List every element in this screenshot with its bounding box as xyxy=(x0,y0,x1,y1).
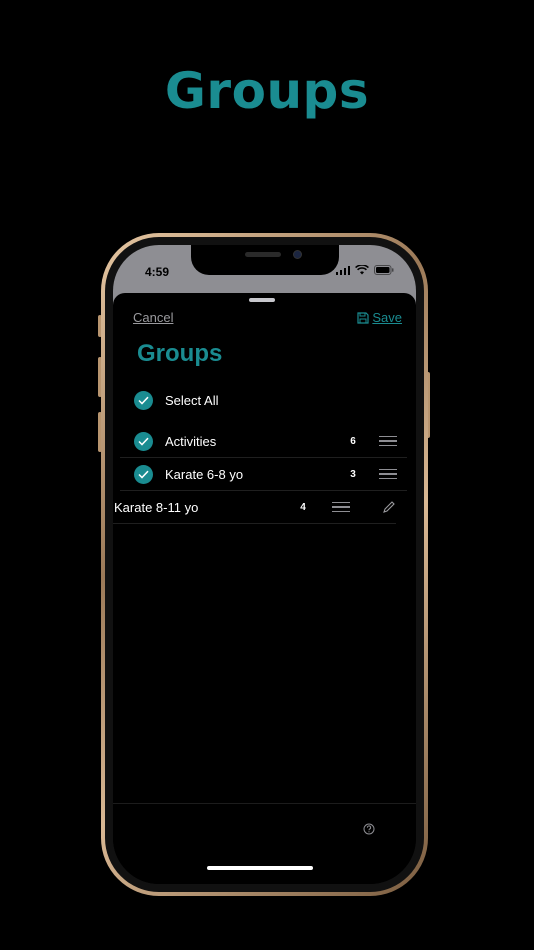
group-name: Karate 6-8 yo xyxy=(165,466,244,482)
front-camera xyxy=(293,250,302,259)
footer-divider xyxy=(113,803,416,804)
promo-headline: Groups xyxy=(164,62,370,120)
group-name: Karate 8-11 yo xyxy=(114,499,199,515)
group-member-count: 3 xyxy=(350,468,356,480)
sheet-title: Groups xyxy=(137,340,223,367)
checkmark-icon xyxy=(138,437,149,446)
drag-handle-icon[interactable] xyxy=(332,501,350,513)
edit-pencil-icon[interactable] xyxy=(382,500,396,514)
sheet-grabber[interactable] xyxy=(249,298,275,302)
save-icon xyxy=(357,311,369,324)
battery-icon xyxy=(374,265,394,275)
groups-sheet: Cancel Save Groups Select All Activities… xyxy=(113,293,416,884)
earpiece-speaker xyxy=(245,252,281,257)
checkmark-icon xyxy=(138,396,149,405)
group-member-count: 6 xyxy=(350,435,356,447)
group-row[interactable]: Activities 6 xyxy=(120,425,407,458)
home-indicator[interactable] xyxy=(207,866,313,870)
group-member-count: 4 xyxy=(300,501,306,513)
group-checkbox[interactable] xyxy=(134,431,153,451)
select-all-row[interactable]: Select All xyxy=(134,391,218,410)
phone-frame: 4:59 Cancel Save Groups Select All Activ… xyxy=(101,233,428,896)
phone-screen: 4:59 Cancel Save Groups Select All Activ… xyxy=(113,245,416,884)
signal-icon xyxy=(335,265,350,275)
save-button[interactable]: Save xyxy=(357,310,402,325)
group-name: Activities xyxy=(165,433,217,449)
group-row[interactable]: Karate 6-8 yo 3 xyxy=(120,458,407,491)
wifi-icon xyxy=(355,265,369,275)
checkmark-icon xyxy=(138,470,149,479)
group-row[interactable]: Karate 8-11 yo 4 xyxy=(113,491,396,524)
group-checkbox[interactable] xyxy=(134,464,153,484)
status-time: 4:59 xyxy=(145,265,170,279)
phone-notch xyxy=(191,245,339,275)
help-icon[interactable] xyxy=(363,823,375,835)
save-button-label: Save xyxy=(372,310,402,325)
drag-handle-icon[interactable] xyxy=(379,435,397,447)
cancel-button[interactable]: Cancel xyxy=(133,310,173,325)
drag-handle-icon[interactable] xyxy=(379,468,397,480)
select-all-label: Select All xyxy=(165,393,219,408)
select-all-checkbox[interactable] xyxy=(134,391,153,410)
